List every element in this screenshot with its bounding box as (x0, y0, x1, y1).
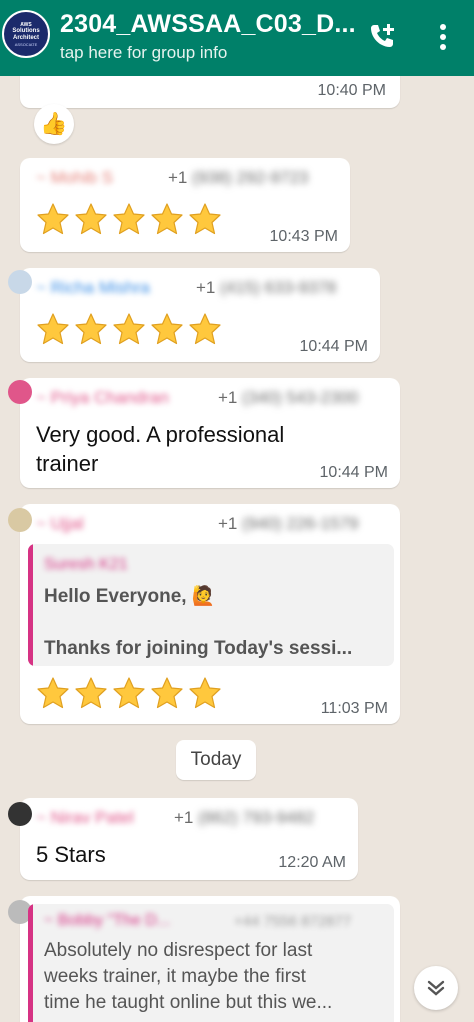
sender-phone: +1 (862) 793-9482 (174, 808, 314, 828)
star-icon (188, 676, 222, 715)
message-time: 10:44 PM (319, 464, 388, 481)
star-icon (36, 312, 70, 351)
group-info-hint[interactable]: tap here for group info (60, 43, 227, 63)
sender-name[interactable]: ~ Nirav Patel (36, 808, 134, 828)
message-time: 12:20 AM (278, 854, 346, 871)
phone-prefix: +1 (196, 278, 216, 297)
phone-number: (940) 226-1579 (242, 514, 359, 533)
phone-number: (415) 633-9378 (220, 278, 337, 297)
message-time: 10:43 PM (269, 228, 338, 245)
message-bubble[interactable]: ~ Ujjal +1 (940) 226-1579 Suresh K21 Hel… (8, 504, 400, 724)
star-icon (74, 676, 108, 715)
star-icon (74, 202, 108, 241)
phone-number: (938) 292-9723 (192, 168, 309, 187)
sender-phone: +1 (340) 543-2300 (218, 388, 358, 408)
phone-prefix: +1 (218, 514, 238, 533)
message-text: 5 Stars (36, 842, 106, 867)
star-icon (188, 202, 222, 241)
message-time: 10:40 PM (317, 82, 386, 99)
star-icon (36, 202, 70, 241)
message-time: 11:03 PM (320, 700, 388, 717)
star-icon (36, 676, 70, 715)
avatar-mid-text: Solutions Architect (12, 27, 40, 41)
quote-text-line: time he taught online but this we... (44, 992, 333, 1013)
star-rating (36, 312, 222, 351)
chat-area[interactable]: 10:40 PM 👍 ~ Mohib S +1 (938) 292-9723 1… (0, 76, 474, 1022)
phone-number: (340) 543-2300 (242, 388, 359, 407)
sender-avatar[interactable] (8, 380, 32, 404)
star-icon (112, 676, 146, 715)
sender-phone: +1 (940) 226-1579 (218, 514, 358, 534)
date-divider: Today (176, 740, 256, 780)
quote-text-line: Hello Everyone, 🙋 (44, 586, 216, 607)
star-rating (36, 676, 222, 715)
message-bubble[interactable]: ~ Richa Mishra +1 (415) 633-9378 10:44 P… (8, 268, 380, 362)
quote-text-line: Thanks for joining Today's sessi... (44, 638, 353, 659)
sender-avatar[interactable] (8, 270, 32, 294)
group-title[interactable]: 2304_AWSSAA_C03_D... (60, 10, 356, 39)
phone-prefix: +1 (174, 808, 194, 827)
star-icon (150, 202, 184, 241)
star-icon (112, 312, 146, 351)
sender-name[interactable]: ~ Priya Chandran (36, 388, 169, 408)
sender-phone: +1 (938) 292-9723 (168, 168, 308, 188)
quote-text-line: Absolutely no disrespect for last (44, 940, 313, 961)
sender-avatar[interactable] (8, 802, 32, 826)
quote-accent-bar (28, 904, 33, 1022)
message-bubble[interactable]: ~ Mohib S +1 (938) 292-9723 10:43 PM (20, 158, 350, 252)
quote-author: ~ Bobby "The D... (44, 912, 171, 929)
add-call-icon[interactable] (366, 20, 398, 52)
star-icon (188, 312, 222, 351)
avatar-bot-text: ASSOCIATE (14, 41, 38, 47)
message-text-line: trainer (36, 451, 99, 476)
star-rating (36, 202, 222, 241)
phone-prefix: +1 (168, 168, 188, 187)
group-avatar[interactable]: AWS Solutions Architect ASSOCIATE (2, 10, 50, 58)
message-bubble[interactable]: 10:40 PM (20, 76, 400, 108)
chevron-double-down-icon (427, 980, 445, 996)
star-icon (150, 312, 184, 351)
star-icon (74, 312, 108, 351)
star-icon (112, 202, 146, 241)
quote-text-line: weeks trainer, it maybe the first (44, 966, 306, 987)
quote-accent-bar (28, 544, 33, 666)
message-bubble[interactable]: ~ Priya Chandran +1 (340) 543-2300 Very … (8, 378, 400, 488)
quote-phone: +44 7556 872877 (234, 913, 352, 930)
star-icon (150, 676, 184, 715)
sender-name[interactable]: ~ Mohib S (36, 168, 113, 188)
quote-author: Suresh K21 (44, 556, 128, 573)
sender-phone: +1 (415) 633-9378 (196, 278, 336, 298)
message-bubble[interactable]: ~ Bobby "The D... +44 7556 872877 Absolu… (8, 896, 400, 1022)
sender-avatar[interactable] (8, 508, 32, 532)
scroll-to-bottom-button[interactable] (414, 966, 458, 1010)
message-text-line: Very good. A professional (36, 422, 285, 447)
quoted-message[interactable]: ~ Bobby "The D... +44 7556 872877 Absolu… (28, 904, 394, 1022)
more-vert-icon[interactable] (432, 22, 454, 52)
message-bubble[interactable]: ~ Nirav Patel +1 (862) 793-9482 5 Stars … (8, 798, 358, 880)
message-time: 10:44 PM (299, 338, 368, 355)
quoted-message[interactable]: Suresh K21 Hello Everyone, 🙋 Thanks for … (28, 544, 394, 666)
phone-number: (862) 793-9482 (198, 808, 315, 827)
phone-prefix: +1 (218, 388, 238, 407)
sender-name[interactable]: ~ Ujjal (36, 514, 84, 534)
sender-name[interactable]: ~ Richa Mishra (36, 278, 150, 298)
thumbs-up-reaction-icon[interactable]: 👍 (34, 104, 74, 144)
chat-header[interactable]: AWS Solutions Architect ASSOCIATE 2304_A… (0, 0, 474, 76)
